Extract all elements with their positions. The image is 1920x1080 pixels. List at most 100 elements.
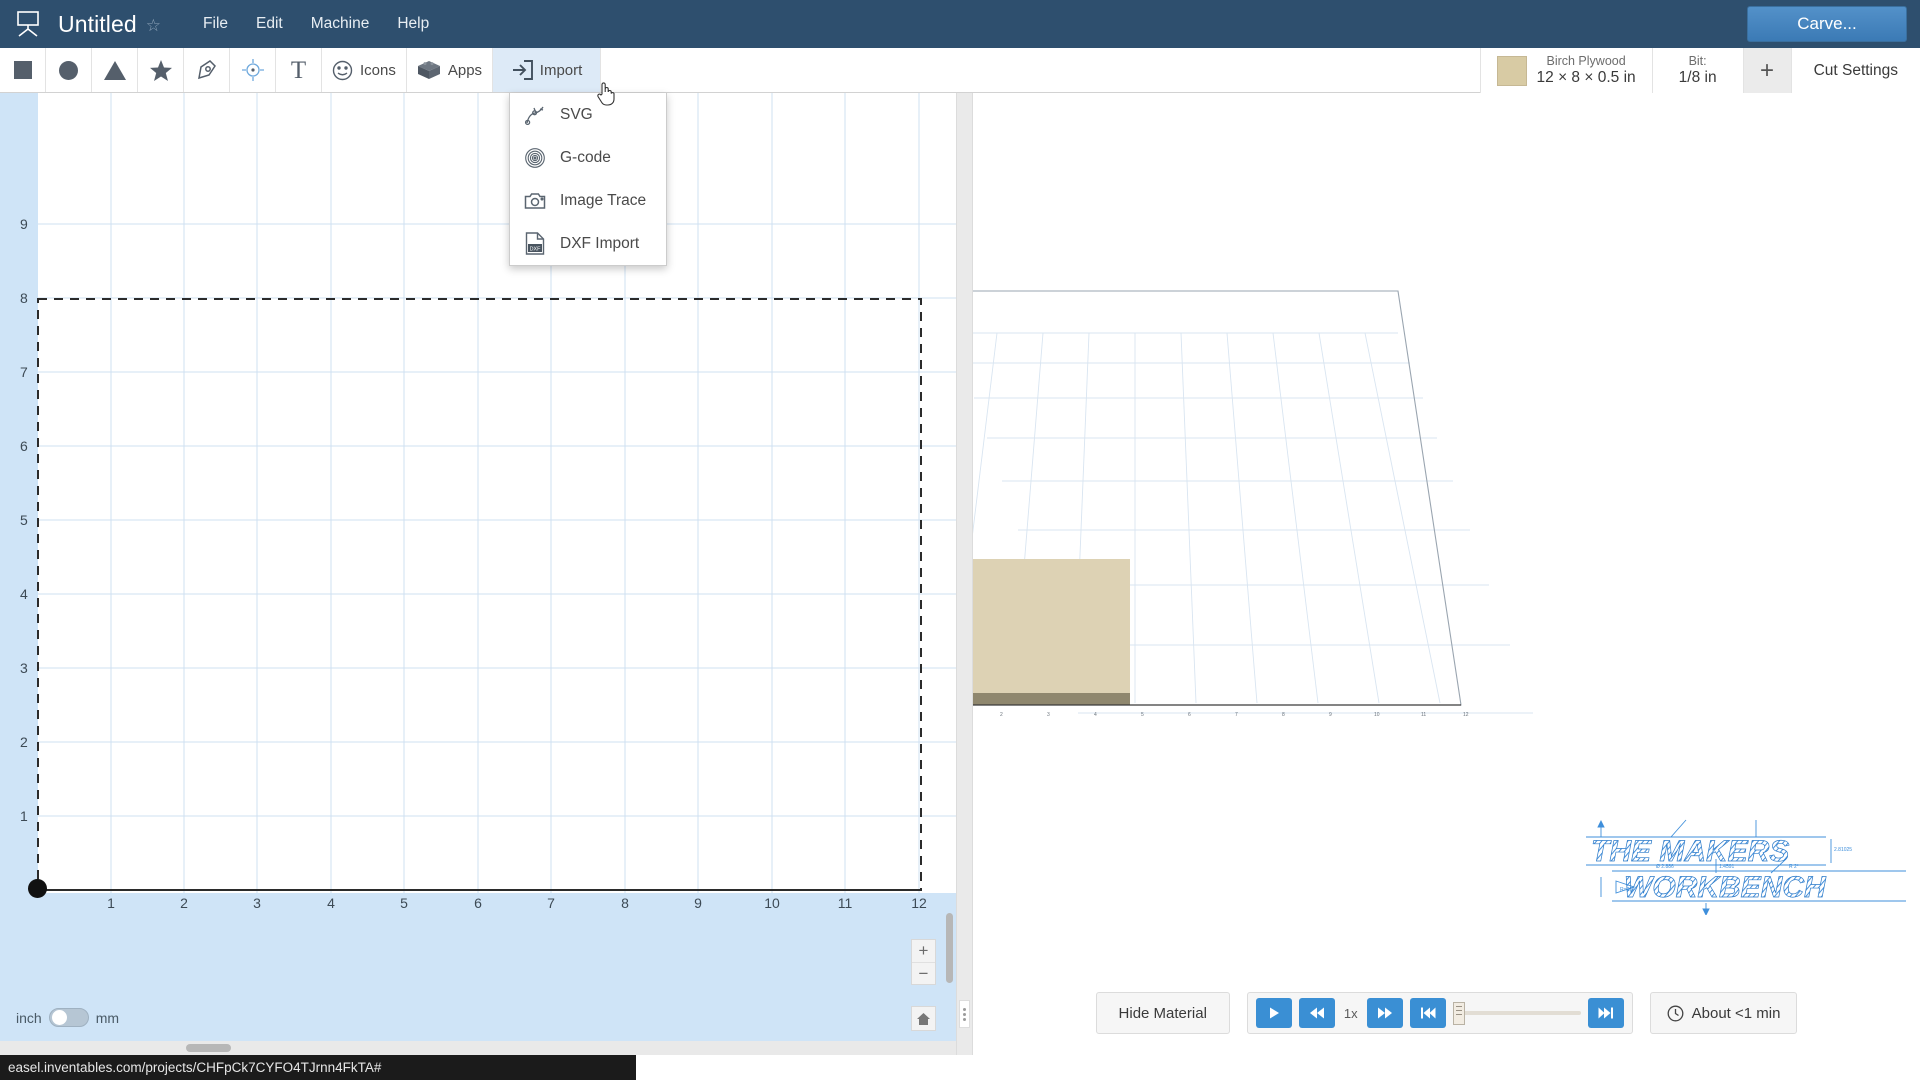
x-tick: 10 — [764, 895, 780, 911]
preview-playback-bar: Hide Material 1x — [973, 985, 1920, 1041]
makers-workbench-watermark: THE MAKERS WORKBENCH 2.81025 Ø 2.886 1.4… — [1576, 815, 1916, 915]
fast-forward-icon — [1377, 1006, 1393, 1020]
x-tick: 5 — [400, 895, 408, 911]
star-tool[interactable] — [138, 48, 184, 92]
x-tick: 3 — [253, 895, 261, 911]
hide-material-button[interactable]: Hide Material — [1096, 992, 1230, 1034]
material-selector[interactable]: Birch Plywood 12 × 8 × 0.5 in — [1480, 48, 1652, 93]
dxf-file-icon: DXF — [524, 233, 546, 255]
align-tool[interactable] — [230, 48, 276, 92]
pen-tool[interactable] — [184, 48, 230, 92]
import-menu-item-dxf[interactable]: DXF DXF Import — [510, 222, 666, 265]
play-icon — [1267, 1006, 1281, 1020]
circle-icon — [59, 61, 78, 80]
svg-text:5: 5 — [1141, 712, 1144, 718]
triangle-icon — [104, 61, 126, 80]
square-tool[interactable] — [0, 48, 46, 92]
material-swatch — [1497, 56, 1527, 86]
vertical-scrollbar-thumb[interactable] — [946, 913, 953, 983]
zoom-home-button[interactable] — [911, 1006, 936, 1031]
toolbar-right-group: Birch Plywood 12 × 8 × 0.5 in Bit: 1/8 i… — [1480, 48, 1920, 93]
apps-label: Apps — [448, 62, 482, 79]
svg-text:7: 7 — [1235, 712, 1238, 718]
svg-text:1.4591: 1.4591 — [1719, 864, 1735, 870]
gcode-spiral-icon — [524, 147, 546, 169]
playback-speed-label: 1x — [1342, 1006, 1360, 1021]
skip-end-icon — [1598, 1006, 1614, 1020]
y-tick: 1 — [20, 808, 28, 824]
horizontal-scrollbar[interactable] — [0, 1041, 956, 1055]
skip-start-button[interactable] — [1410, 998, 1446, 1028]
smiley-icon — [332, 60, 353, 81]
apps-tool[interactable]: Apps — [407, 48, 493, 92]
x-tick: 12 — [911, 895, 927, 911]
skip-end-button[interactable] — [1588, 998, 1624, 1028]
x-tick: 4 — [327, 895, 335, 911]
x-tick: 11 — [838, 895, 853, 911]
icons-tool[interactable]: Icons — [322, 48, 407, 92]
fast-forward-button[interactable] — [1367, 998, 1403, 1028]
design-canvas-2d[interactable]: 1 2 3 4 5 6 7 8 9 10 11 12 1 2 3 4 5 6 7… — [0, 93, 956, 1055]
menu-bar: File Edit Machine Help — [189, 9, 443, 39]
import-dropdown-menu: SVG G-code Image — [509, 93, 667, 266]
rewind-icon — [1309, 1006, 1325, 1020]
square-icon — [14, 61, 32, 79]
svg-curve-icon — [524, 104, 546, 126]
svg-text:11: 11 — [1421, 712, 1426, 718]
import-menu-label-image-trace: Image Trace — [560, 192, 646, 210]
watermark-line2: WORKBENCH — [1624, 871, 1827, 904]
page-title: Untitled — [58, 11, 137, 38]
x-tick: 7 — [547, 895, 555, 911]
import-menu-label-dxf: DXF Import — [560, 235, 639, 253]
text-tool[interactable]: T — [276, 48, 322, 92]
y-tick: 8 — [20, 290, 28, 306]
import-menu-item-svg[interactable]: SVG — [510, 93, 666, 136]
menu-machine[interactable]: Machine — [297, 9, 384, 39]
timeline-slider[interactable] — [1453, 998, 1581, 1028]
zoom-out-button[interactable]: − — [912, 962, 935, 984]
menu-edit[interactable]: Edit — [242, 9, 297, 39]
pen-shape-icon — [196, 59, 218, 81]
carve-time-estimate: About <1 min — [1650, 992, 1798, 1034]
svg-text:R=2.0: R=2.0 — [1620, 887, 1634, 893]
material-dimensions: 12 × 8 × 0.5 in — [1537, 69, 1636, 87]
preview-3d-panel[interactable]: 98 76 54 32 1 123 456 789 101112 — [973, 93, 1920, 1055]
add-bit-button[interactable]: + — [1743, 48, 1791, 93]
origin-marker[interactable] — [28, 879, 47, 898]
svg-text:6: 6 — [1188, 712, 1191, 718]
import-menu-item-image-trace[interactable]: Image Trace — [510, 179, 666, 222]
svg-text:Ø 2.886: Ø 2.886 — [1656, 864, 1674, 870]
triangle-tool[interactable] — [92, 48, 138, 92]
camera-icon — [524, 190, 546, 212]
favorite-star-icon[interactable]: ☆ — [146, 16, 161, 36]
y-tick: 4 — [20, 586, 28, 602]
zoom-in-button[interactable]: + — [912, 940, 935, 962]
bit-selector[interactable]: Bit: 1/8 in — [1652, 48, 1743, 93]
easel-logo-icon[interactable] — [0, 11, 56, 37]
transport-controls: 1x — [1247, 992, 1633, 1034]
menu-help[interactable]: Help — [383, 9, 443, 39]
x-tick: 1 — [107, 895, 115, 911]
import-menu-item-gcode[interactable]: G-code — [510, 136, 666, 179]
x-tick: 6 — [474, 895, 482, 911]
cut-settings-button[interactable]: Cut Settings — [1791, 48, 1920, 93]
circle-tool[interactable] — [46, 48, 92, 92]
watermark-line1: THE MAKERS — [1591, 835, 1789, 868]
import-label: Import — [540, 62, 583, 79]
menu-file[interactable]: File — [189, 9, 242, 39]
panel-resize-handle[interactable] — [959, 1000, 970, 1028]
play-button[interactable] — [1256, 998, 1292, 1028]
rewind-button[interactable] — [1299, 998, 1335, 1028]
star-icon — [150, 60, 172, 81]
svg-text:10: 10 — [1374, 712, 1380, 718]
unit-toggle-switch[interactable] — [49, 1008, 89, 1027]
y-tick: 5 — [20, 512, 28, 528]
svg-text:12: 12 — [1463, 712, 1469, 718]
import-menu-label-gcode: G-code — [560, 149, 611, 167]
scrollbar-thumb[interactable] — [186, 1044, 231, 1052]
tool-bar: T Icons Apps — [0, 48, 1920, 93]
unit-toggle[interactable]: inch mm — [16, 1008, 119, 1027]
carve-button[interactable]: Carve... — [1747, 6, 1907, 42]
import-tool[interactable]: Import — [493, 48, 601, 92]
slider-knob[interactable] — [1453, 1002, 1465, 1025]
